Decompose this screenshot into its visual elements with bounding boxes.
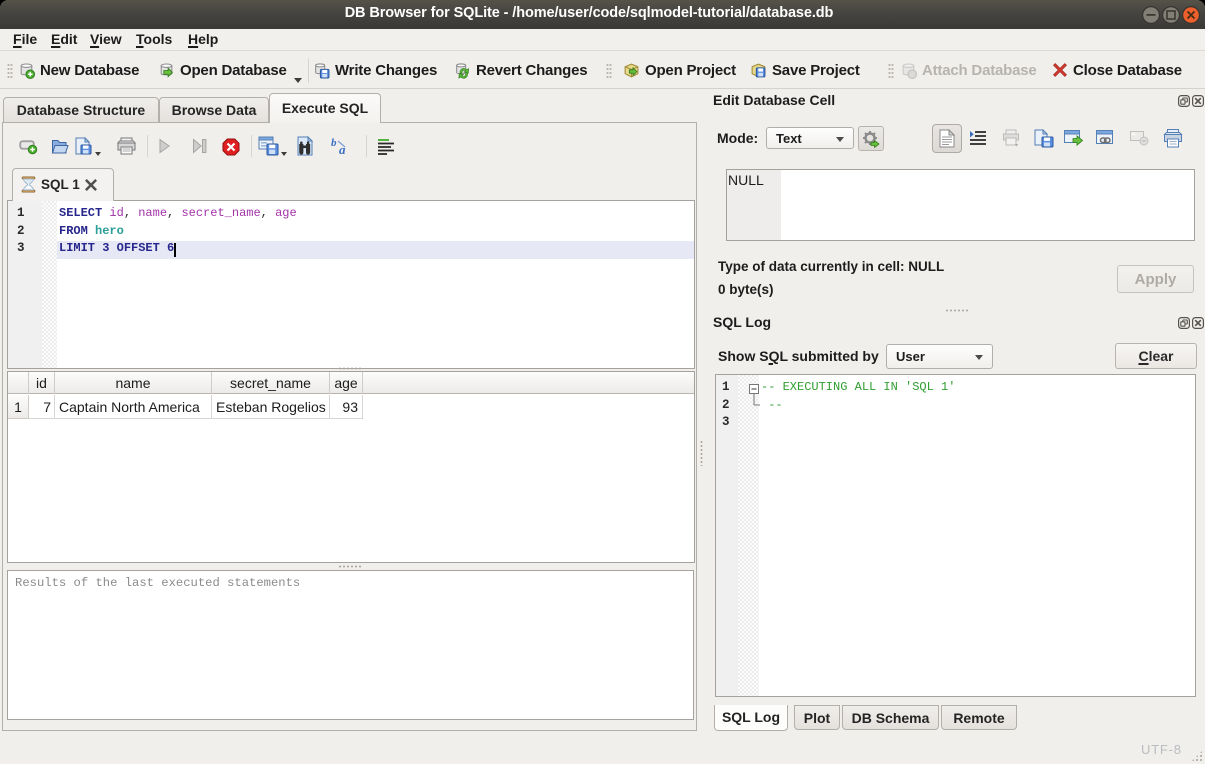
- svg-text:b: b: [331, 137, 337, 149]
